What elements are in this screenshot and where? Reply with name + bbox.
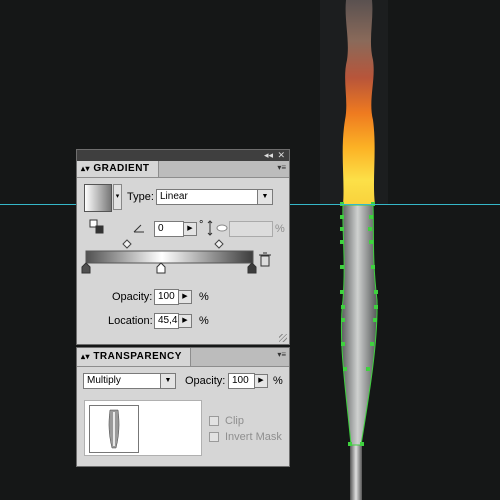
transparency-tabbar: ▴▾ TRANSPARENCY ▾≡ [77,348,289,367]
transparency-panel: ▴▾ TRANSPARENCY ▾≡ Multiply ▼ Opacity: 1… [76,347,290,467]
opacity-label: Opacity: [112,291,153,303]
tab-transparency[interactable]: ▴▾ TRANSPARENCY [77,348,191,366]
midpoint-diamond-left-icon [122,239,132,249]
blend-mode-select[interactable]: Multiply ▼ [83,373,176,389]
angle-icon [133,224,144,233]
panel-menu-icon[interactable]: ▾≡ [277,163,286,172]
location-stepper-arrow-icon[interactable]: ▶ [178,314,192,328]
panel-menu-icon[interactable]: ▾≡ [277,350,286,359]
torch-stick [350,445,362,500]
color-stop-middle-icon [156,262,166,274]
opacity-input[interactable]: 100 [154,289,179,305]
angle-input[interactable]: 0 [154,221,184,237]
transparency-opacity-input[interactable]: 100 [228,373,255,389]
opacity-unit: % [199,291,209,303]
location-input[interactable]: 45,4 [154,313,179,329]
tab-transparency-label: TRANSPARENCY [93,351,182,362]
clip-label: Clip [225,415,244,427]
blend-mode-value: Multiply [87,375,121,386]
tab-collapse-arrow-icon[interactable]: ▴▾ [81,164,90,173]
gradient-slider[interactable] [77,238,291,278]
resize-grip-icon[interactable] [279,334,287,342]
gradient-swatch[interactable] [84,184,112,212]
invert-mask-label: Invert Mask [225,431,282,443]
thumbnail[interactable] [89,405,139,453]
gradient-tabbar: ▴▾ GRADIENT ▾≡ [77,161,289,178]
midpoint-diamond-right-icon [214,239,224,249]
tab-gradient-label: GRADIENT [93,163,150,174]
location-unit: % [199,315,209,327]
type-select-value: Linear [160,191,188,202]
thumbnail-artwork [108,409,120,449]
location-label: Location: [108,315,153,327]
trash-icon [259,252,271,267]
transparency-opacity-label: Opacity: [185,375,226,387]
reverse-gradient-icon[interactable] [89,219,105,235]
type-label: Type: [127,191,154,203]
flame-shape [342,0,375,205]
mask-preview-area[interactable] [84,400,202,456]
chevron-down-icon[interactable]: ▼ [160,374,175,388]
panel-titlebar[interactable]: ◂◂ ✕ [77,150,289,161]
aspect-ratio-input[interactable] [229,221,273,237]
close-icon[interactable]: ✕ [277,150,285,161]
transparency-opacity-arrow-icon[interactable]: ▶ [254,374,268,388]
clip-checkbox[interactable] [209,416,219,426]
collapse-icon[interactable]: ◂◂ [264,150,273,161]
swatch-dropdown-icon[interactable]: ▾ [113,184,122,210]
aspect-ratio-icon [207,220,228,236]
transparency-opacity-unit: % [273,375,283,387]
opacity-stepper-arrow-icon[interactable]: ▶ [178,290,192,304]
degree-symbol: ° [199,219,204,231]
color-stop-right-icon [247,262,257,274]
aspect-unit: % [275,223,285,235]
color-stop-left-icon [81,262,91,274]
chevron-down-icon[interactable]: ▼ [257,190,272,204]
type-select[interactable]: Linear ▼ [156,189,273,205]
tab-collapse-arrow-icon[interactable]: ▴▾ [81,352,90,361]
tab-gradient[interactable]: ▴▾ GRADIENT [77,161,159,177]
angle-stepper-arrow-icon[interactable]: ▶ [183,222,197,236]
gradient-ramp [85,250,254,264]
invert-mask-checkbox[interactable] [209,432,219,442]
gradient-panel: ◂◂ ✕ ▴▾ GRADIENT ▾≡ ▾ Type: Linear ▼ 0 ▶… [76,149,290,345]
